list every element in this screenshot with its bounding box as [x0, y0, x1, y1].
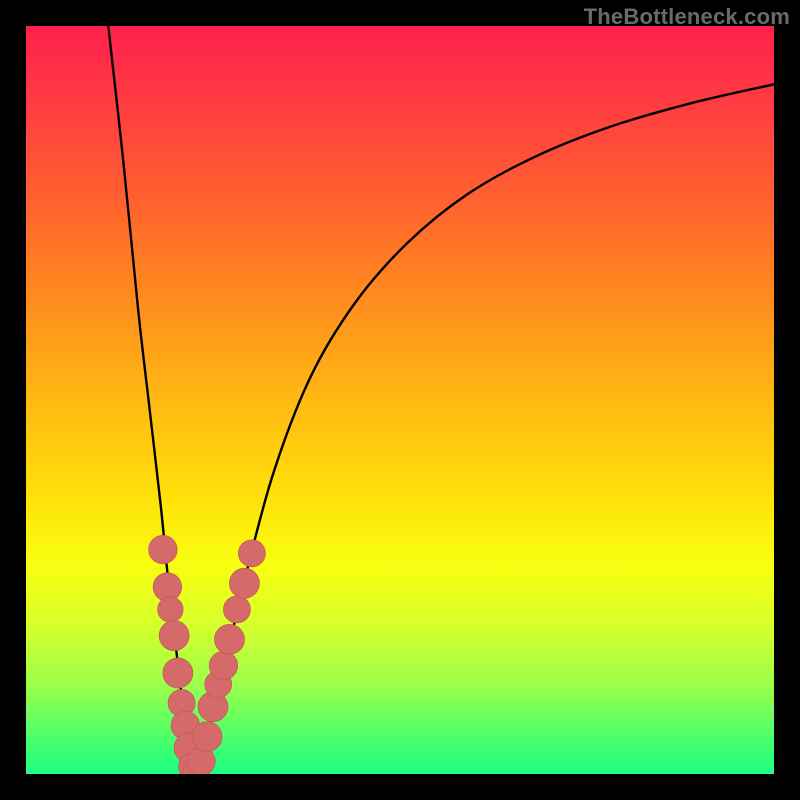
marker-dot — [158, 597, 183, 622]
marker-dot — [229, 568, 259, 598]
overlay-svg — [26, 26, 774, 774]
marker-dot — [192, 722, 222, 752]
curve-right-branch — [194, 84, 774, 770]
watermark-text: TheBottleneck.com — [584, 4, 790, 30]
marker-dot — [223, 596, 250, 623]
marker-dot — [163, 658, 193, 688]
marker-dot — [209, 651, 237, 679]
plot-area — [26, 26, 774, 774]
marker-dot — [149, 535, 177, 563]
chart-frame: TheBottleneck.com — [0, 0, 800, 800]
marker-dot — [215, 624, 245, 654]
marker-dot — [159, 621, 189, 651]
bottleneck-curve — [108, 26, 774, 770]
marker-dot — [238, 540, 265, 567]
